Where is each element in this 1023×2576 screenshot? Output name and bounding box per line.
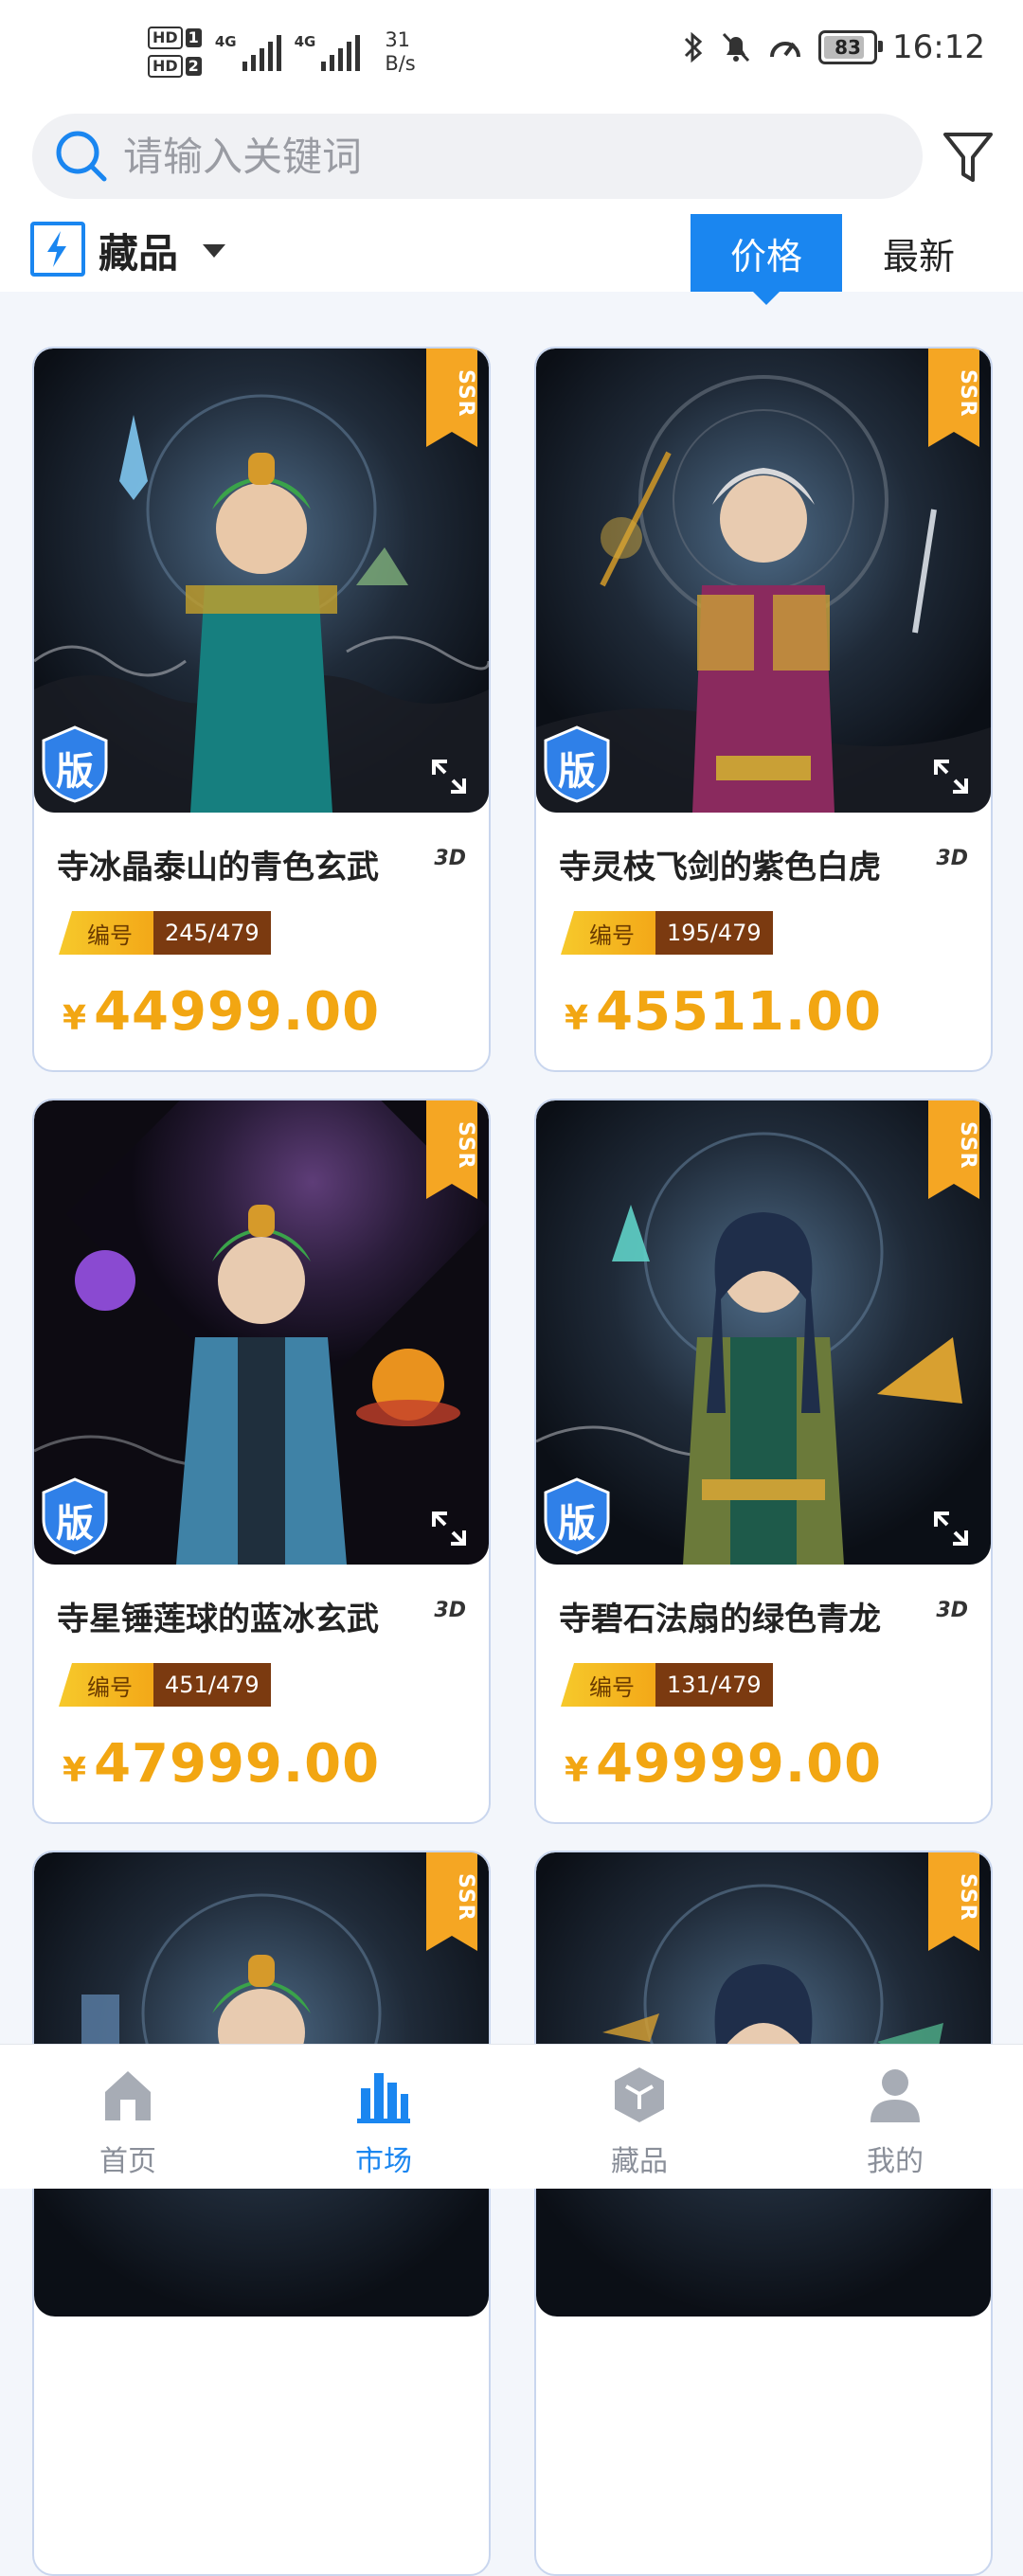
collectible-card[interactable]: SSR <box>534 1851 993 2576</box>
speed-unit: B/s <box>385 52 416 75</box>
nav-label: 首页 <box>99 2145 156 2178</box>
serial-tag: 编号 245/479 <box>59 911 271 955</box>
card-price: ¥ 47999.00 <box>63 1733 380 1795</box>
card-title: 寺碧石法扇的绿色青龙 <box>559 1601 881 1638</box>
collectible-card[interactable]: SSR 版 寺星锤莲球的蓝冰玄武 3D 编号 451/479 ¥ 47999.0… <box>32 1099 491 1824</box>
bluetooth-icon <box>684 31 703 63</box>
card-title: 寺冰晶泰山的青色玄武 <box>57 849 379 886</box>
status-left: HD 1 HD 2 4G 4G 31 B/s <box>148 27 416 78</box>
rarity-label: SSR <box>454 1121 477 1170</box>
nav-label: 市场 <box>355 2145 412 2178</box>
serial-tag: 编号 451/479 <box>59 1663 271 1707</box>
collectible-card[interactable]: SSR 版 寺冰晶泰山的青色玄武 3D 编号 245/479 ¥ 44999.0… <box>32 347 491 1072</box>
price-value: 44999.00 <box>94 981 381 1043</box>
network-type: 4G <box>294 33 316 50</box>
status-bar: HD 1 HD 2 4G 4G 31 B/s 83 16:12 <box>0 0 1023 114</box>
filter-icon[interactable] <box>940 123 996 189</box>
collectible-card[interactable]: SSR 版 寺碧石法扇的绿色青龙 3D 编号 131/479 ¥ 49999.0… <box>534 1099 993 1824</box>
card-price: ¥ 44999.00 <box>63 981 380 1043</box>
mute-bell-icon <box>722 32 750 63</box>
serial-value: 195/479 <box>655 911 773 955</box>
battery-level: 83 <box>835 36 861 59</box>
nav-market[interactable]: 市场 <box>256 2045 512 2189</box>
search-box[interactable] <box>32 114 923 199</box>
expand-icon[interactable] <box>428 756 470 797</box>
currency-symbol: ¥ <box>565 999 589 1038</box>
rarity-label: SSR <box>956 369 979 418</box>
network-speed: 31 B/s <box>385 28 415 76</box>
edition-label: 版 <box>56 1502 94 1546</box>
battery-icon: 83 <box>818 30 884 64</box>
price-value: 47999.00 <box>94 1733 381 1795</box>
rarity-label: SSR <box>454 1873 477 1922</box>
expand-icon[interactable] <box>930 756 972 797</box>
serial-value: 131/479 <box>655 1663 773 1707</box>
card-title: 寺灵枝飞剑的紫色白虎 <box>559 849 881 886</box>
3d-badge-icon: 3D <box>434 847 466 870</box>
currency-symbol: ¥ <box>63 999 87 1038</box>
search-input[interactable] <box>121 132 883 181</box>
currency-symbol: ¥ <box>565 1751 589 1790</box>
profile-icon <box>870 2069 920 2122</box>
market-icon <box>357 2073 410 2123</box>
signal-icon: 4G <box>215 33 281 71</box>
card-price: ¥ 49999.00 <box>565 1733 882 1795</box>
signal-icon: 4G <box>295 33 361 71</box>
serial-value: 451/479 <box>153 1663 271 1707</box>
home-icon <box>105 2071 151 2120</box>
nav-collection[interactable]: 藏品 <box>512 2045 767 2189</box>
expand-icon[interactable] <box>930 1508 972 1549</box>
bottom-nav: 首页 市场 藏品 我的 <box>0 2044 1023 2189</box>
expand-icon[interactable] <box>428 1508 470 1549</box>
nav-profile[interactable]: 我的 <box>767 2045 1023 2189</box>
serial-tag: 编号 195/479 <box>561 911 773 955</box>
nav-label: 藏品 <box>611 2145 668 2178</box>
category-logo-icon <box>30 222 85 277</box>
nav-label: 我的 <box>867 2145 924 2178</box>
sim-number: 2 <box>185 57 202 76</box>
collection-cube-icon <box>615 2067 664 2122</box>
edition-label: 版 <box>558 1502 596 1546</box>
serial-label: 编号 <box>561 911 655 955</box>
3d-badge-icon: 3D <box>936 1599 968 1622</box>
price-value: 45511.00 <box>596 981 883 1043</box>
serial-value: 245/479 <box>153 911 271 955</box>
speedometer-icon <box>770 42 801 58</box>
speed-value: 31 <box>385 28 411 51</box>
serial-tag: 编号 131/479 <box>561 1663 773 1707</box>
sort-latest-tab[interactable]: 最新 <box>852 214 985 292</box>
chevron-down-icon[interactable] <box>203 244 225 258</box>
sim-number: 1 <box>185 28 202 47</box>
edition-label: 版 <box>56 750 94 794</box>
network-type: 4G <box>214 33 237 50</box>
hd-badge: HD <box>148 27 183 49</box>
category-dropdown[interactable]: 藏品 <box>99 222 178 279</box>
category-sort-row: 藏品 价格 最新 <box>0 205 1023 305</box>
rarity-label: SSR <box>956 1873 979 1922</box>
search-row <box>0 114 1023 205</box>
clock: 16:12 <box>892 28 985 66</box>
edition-label: 版 <box>558 750 596 794</box>
card-price: ¥ 45511.00 <box>565 981 882 1043</box>
sort-price-tab[interactable]: 价格 <box>691 214 842 305</box>
serial-label: 编号 <box>59 911 153 955</box>
nav-home[interactable]: 首页 <box>0 2045 256 2189</box>
currency-symbol: ¥ <box>63 1751 87 1790</box>
collectible-card[interactable]: SSR <box>32 1851 491 2576</box>
serial-label: 编号 <box>59 1663 153 1707</box>
hd-badge: HD <box>148 55 183 78</box>
collectible-card[interactable]: SSR 版 寺灵枝飞剑的紫色白虎 3D 编号 195/479 ¥ 45511.0… <box>534 347 993 1072</box>
3d-badge-icon: 3D <box>434 1599 466 1622</box>
rarity-label: SSR <box>454 369 477 418</box>
price-value: 49999.00 <box>596 1733 883 1795</box>
serial-label: 编号 <box>561 1663 655 1707</box>
card-title: 寺星锤莲球的蓝冰玄武 <box>57 1601 379 1638</box>
search-icon <box>56 131 107 182</box>
status-right: 83 16:12 <box>682 28 985 66</box>
3d-badge-icon: 3D <box>936 847 968 870</box>
rarity-label: SSR <box>956 1121 979 1170</box>
